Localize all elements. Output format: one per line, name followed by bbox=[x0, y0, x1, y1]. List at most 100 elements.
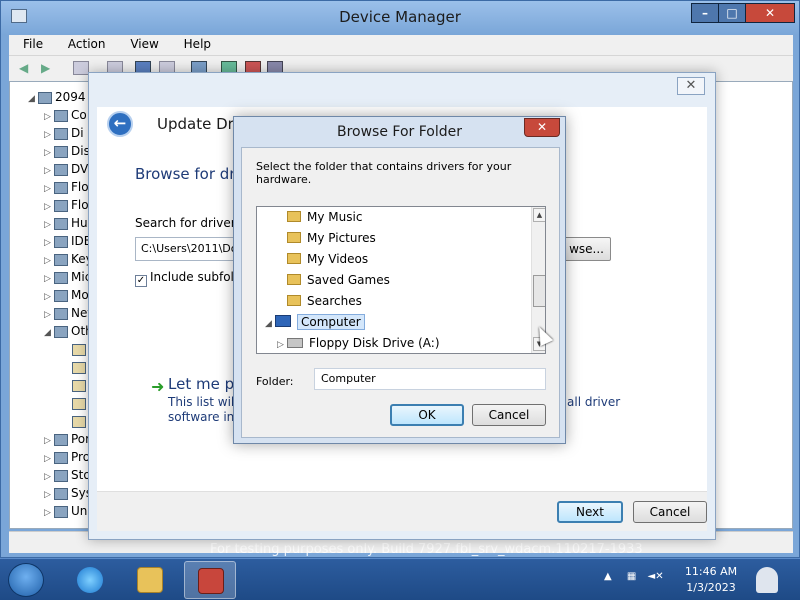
tree-item[interactable]: ▷ Por bbox=[44, 430, 90, 448]
tree-item[interactable]: ◢ Oth bbox=[44, 322, 93, 340]
device-category-icon bbox=[54, 253, 68, 266]
device-category-icon bbox=[54, 127, 68, 140]
tree-root[interactable]: ◢ 2094 bbox=[28, 88, 86, 106]
device-category-icon bbox=[54, 271, 68, 284]
tree-item[interactable]: ▷ Net bbox=[44, 304, 92, 322]
collapse-arrow-icon[interactable]: ◢ bbox=[265, 314, 275, 334]
update-driver-close-button[interactable]: ✕ bbox=[677, 77, 705, 95]
taskbar-internet-explorer[interactable] bbox=[64, 561, 116, 599]
folder-item[interactable]: My Pictures bbox=[287, 228, 376, 248]
device-category-icon bbox=[54, 217, 68, 230]
folder-icon bbox=[287, 274, 301, 285]
checkbox-checked-icon: ✓ bbox=[135, 275, 147, 287]
device-category-icon bbox=[54, 325, 68, 338]
build-watermark: For testing purposes only. Build 7927.fb… bbox=[210, 542, 643, 557]
device-category-icon bbox=[54, 487, 68, 500]
unknown-device-icon bbox=[72, 397, 86, 410]
menu-view[interactable]: View bbox=[116, 35, 165, 51]
let-me-pick-desc-tail: all driver bbox=[567, 395, 621, 409]
show-hidden-icons-icon[interactable]: ▲ bbox=[604, 571, 612, 582]
folder-item-computer[interactable]: ◢ Computer bbox=[265, 312, 365, 332]
tree-item[interactable]: ▷ Sto bbox=[44, 466, 91, 484]
cancel-button[interactable]: Cancel bbox=[472, 404, 546, 426]
browse-heading: Browse for dri bbox=[135, 165, 240, 183]
taskbar-device-manager[interactable] bbox=[184, 561, 236, 599]
back-arrow-icon[interactable]: ◀ bbox=[19, 61, 35, 75]
expand-arrow-icon[interactable]: ▷ bbox=[277, 335, 287, 353]
tree-item[interactable] bbox=[72, 376, 89, 394]
scroll-up-icon[interactable]: ▲ bbox=[533, 208, 545, 222]
device-manager-icon bbox=[198, 568, 224, 594]
menu-help[interactable]: Help bbox=[170, 35, 218, 51]
folder-icon bbox=[287, 211, 301, 222]
folder-icon bbox=[287, 232, 301, 243]
browse-folder-instruction: Select the folder that contains drivers … bbox=[256, 160, 512, 186]
device-category-icon bbox=[54, 433, 68, 446]
clock[interactable]: 11:46 AM 1/3/2023 bbox=[676, 564, 746, 596]
menu-file[interactable]: File bbox=[9, 35, 50, 51]
minimize-button[interactable]: – bbox=[691, 3, 719, 23]
back-arrow-icon[interactable]: ← bbox=[107, 111, 133, 137]
tree-item[interactable]: ▷ Co bbox=[44, 106, 87, 124]
computer-icon bbox=[275, 315, 291, 327]
green-arrow-icon: ➜ bbox=[151, 377, 165, 396]
device-category-icon bbox=[54, 181, 68, 194]
menu-action[interactable]: Action bbox=[54, 35, 113, 51]
browse-folder-title: Browse For Folder bbox=[336, 124, 462, 140]
clock-date: 1/3/2023 bbox=[686, 581, 736, 594]
tree-item[interactable]: ▷ Di bbox=[44, 124, 84, 142]
close-button[interactable]: ✕ bbox=[745, 3, 795, 23]
tree-item[interactable]: ▷ Mo bbox=[44, 286, 89, 304]
tree-item[interactable] bbox=[72, 394, 89, 412]
folder-icon bbox=[287, 253, 301, 264]
user-button[interactable] bbox=[750, 561, 782, 599]
maximize-button[interactable]: □ bbox=[718, 3, 746, 23]
taskbar-windows-explorer[interactable] bbox=[124, 561, 176, 599]
network-icon[interactable]: ▦ bbox=[627, 571, 636, 582]
tree-item[interactable]: ▷ Key bbox=[44, 250, 93, 268]
device-category-icon bbox=[54, 199, 68, 212]
taskbar: ▲ ▦ ◄✕ 11:46 AM 1/3/2023 bbox=[0, 558, 800, 600]
folder-item[interactable]: My Music bbox=[287, 207, 362, 227]
update-driver-footer: Next Cancel bbox=[97, 491, 707, 531]
next-button[interactable]: Next bbox=[557, 501, 623, 523]
menu-bar: File Action View Help bbox=[9, 35, 793, 55]
forward-arrow-icon[interactable]: ▶ bbox=[41, 61, 57, 75]
folder-item[interactable]: Saved Games bbox=[287, 270, 390, 290]
tree-item[interactable]: ▷ Pro bbox=[44, 448, 90, 466]
device-category-icon bbox=[54, 163, 68, 176]
ok-button[interactable]: OK bbox=[390, 404, 464, 426]
folder-item[interactable]: ▷ Floppy Disk Drive (A:) bbox=[277, 333, 440, 353]
user-icon bbox=[756, 567, 778, 593]
tree-item[interactable]: ▷ Sys bbox=[44, 484, 92, 502]
folder-input[interactable]: Computer bbox=[314, 368, 546, 390]
clock-time: 11:46 AM bbox=[684, 565, 738, 578]
tree-item[interactable] bbox=[72, 412, 89, 430]
device-category-icon bbox=[54, 505, 68, 518]
device-category-icon bbox=[54, 289, 68, 302]
folder-item[interactable]: Searches bbox=[287, 291, 362, 311]
start-button[interactable] bbox=[8, 563, 44, 597]
folder-item[interactable]: My Videos bbox=[287, 249, 368, 269]
dm-titlebar[interactable]: Device Manager – □ ✕ bbox=[1, 1, 799, 35]
tree-item[interactable]: ▷ Dis bbox=[44, 142, 90, 160]
drive-icon bbox=[287, 338, 303, 348]
volume-icon[interactable]: ◄✕ bbox=[648, 571, 664, 582]
tree-item[interactable]: ▷ Mic bbox=[44, 268, 91, 286]
computer-icon bbox=[38, 91, 52, 104]
tree-item[interactable]: ▷ IDE bbox=[44, 232, 91, 250]
tree-item[interactable] bbox=[72, 358, 89, 376]
scrollbar-thumb[interactable] bbox=[533, 275, 545, 307]
properties-icon[interactable] bbox=[73, 61, 89, 75]
tree-item[interactable]: ▷ Flo bbox=[44, 196, 89, 214]
browse-folder-body: Select the folder that contains drivers … bbox=[241, 147, 560, 438]
folder-icon bbox=[287, 295, 301, 306]
tree-item[interactable] bbox=[72, 340, 89, 358]
tree-item[interactable]: ▷ Uni bbox=[44, 502, 91, 520]
unknown-device-icon bbox=[72, 361, 86, 374]
unknown-device-icon bbox=[72, 415, 86, 428]
tree-item[interactable]: ▷ Flo bbox=[44, 178, 89, 196]
cancel-button[interactable]: Cancel bbox=[633, 501, 707, 523]
tree-item[interactable]: ▷ Hu bbox=[44, 214, 88, 232]
browse-folder-close-button[interactable]: ✕ bbox=[524, 118, 560, 137]
